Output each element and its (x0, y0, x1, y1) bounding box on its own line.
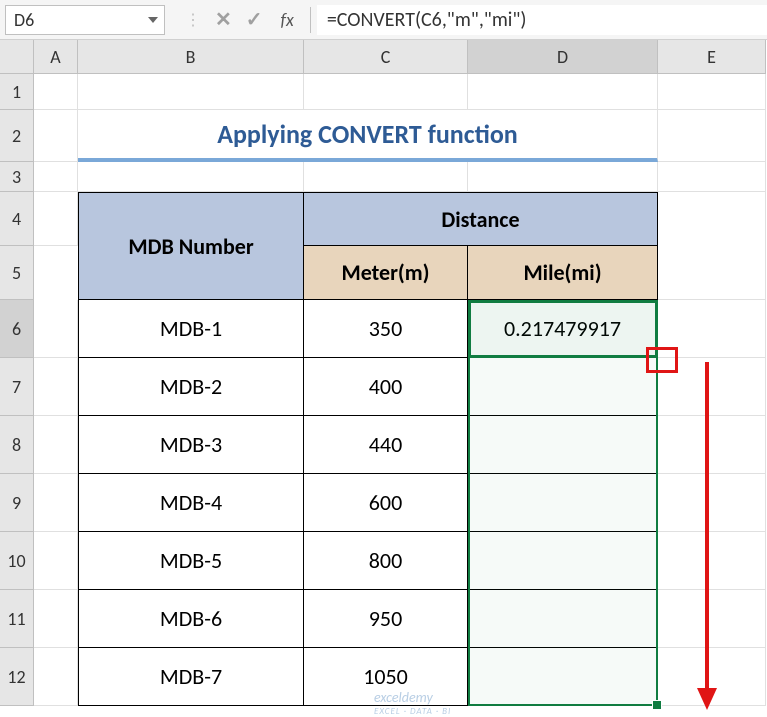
cell-mile[interactable] (468, 416, 658, 474)
cell-mdb[interactable]: MDB-2 (78, 358, 304, 416)
row-header-1[interactable]: 1 (0, 74, 34, 110)
cell[interactable] (34, 110, 78, 162)
cell-mdb[interactable]: MDB-6 (78, 590, 304, 648)
name-box-value: D6 (14, 9, 34, 31)
accept-icon[interactable]: ✓ (246, 7, 263, 32)
row-headers: 1 2 3 4 5 6 7 8 9 10 11 12 (0, 74, 34, 706)
row-header-6[interactable]: 6 (0, 300, 34, 358)
cell[interactable] (658, 74, 766, 110)
row-header-9[interactable]: 9 (0, 474, 34, 532)
separator-icon: ⋮ (185, 10, 201, 30)
cell[interactable] (34, 416, 78, 474)
cell-meter[interactable]: 950 (304, 590, 468, 648)
col-header-d[interactable]: D (468, 40, 658, 74)
cell-mile[interactable] (468, 358, 658, 416)
cell-mile[interactable]: 0.217479917 (468, 300, 658, 358)
cell-mile[interactable] (468, 648, 658, 706)
cell-mdb[interactable]: MDB-4 (78, 474, 304, 532)
row-header-4[interactable]: 4 (0, 192, 34, 246)
cancel-icon[interactable]: ✕ (215, 7, 232, 32)
cell[interactable] (34, 162, 78, 192)
cell[interactable] (658, 192, 766, 300)
name-box[interactable]: D6 (5, 5, 165, 35)
cell[interactable] (78, 162, 304, 192)
row-header-10[interactable]: 10 (0, 532, 34, 590)
cell[interactable] (34, 532, 78, 590)
select-all-corner[interactable] (0, 40, 34, 74)
cell-mdb[interactable]: MDB-5 (78, 532, 304, 590)
cell[interactable] (468, 74, 658, 110)
formula-bar: D6 ⋮ ✕ ✓ fx =CONVERT(C6,"m","mi") (0, 0, 767, 40)
page-title[interactable]: Applying CONVERT function (78, 110, 658, 162)
row-header-12[interactable]: 12 (0, 648, 34, 706)
col-header-a[interactable]: A (34, 40, 78, 74)
cell-mile[interactable] (468, 590, 658, 648)
cell[interactable] (34, 358, 78, 416)
cell[interactable] (34, 74, 78, 110)
formula-bar-buttons: ⋮ ✕ ✓ (185, 7, 263, 32)
header-distance[interactable]: Distance (304, 192, 658, 246)
cell-mdb[interactable]: MDB-7 (78, 648, 304, 706)
col-header-e[interactable]: E (658, 40, 766, 74)
cell-mile[interactable] (468, 474, 658, 532)
watermark-tag: EXCEL · DATA · BI (374, 706, 451, 717)
cell-meter[interactable]: 800 (304, 532, 468, 590)
row-header-11[interactable]: 11 (0, 590, 34, 648)
cell-mdb[interactable]: MDB-3 (78, 416, 304, 474)
divider (310, 7, 311, 33)
cell-mdb[interactable]: MDB-1 (78, 300, 304, 358)
header-mile[interactable]: Mile(mi) (468, 246, 658, 300)
cell-meter[interactable]: 350 (304, 300, 468, 358)
formula-input[interactable]: =CONVERT(C6,"m","mi") (317, 5, 767, 35)
dropdown-icon[interactable] (148, 17, 158, 23)
formula-text: =CONVERT(C6,"m","mi") (327, 8, 527, 32)
cell[interactable] (304, 74, 468, 110)
cell[interactable] (34, 474, 78, 532)
cell[interactable] (34, 300, 78, 358)
cell[interactable] (304, 162, 468, 192)
cell[interactable] (468, 162, 658, 192)
cell-grid: Applying CONVERT function MDB Number Dis… (34, 74, 766, 706)
cell-mile[interactable] (468, 532, 658, 590)
row-header-7[interactable]: 7 (0, 358, 34, 416)
cell[interactable] (34, 590, 78, 648)
row-header-2[interactable]: 2 (0, 110, 34, 162)
cell[interactable] (34, 192, 78, 246)
column-headers: A B C D E (34, 40, 766, 74)
col-header-b[interactable]: B (78, 40, 304, 74)
row-header-3[interactable]: 3 (0, 162, 34, 192)
cell[interactable] (658, 162, 766, 192)
cell-meter[interactable]: 600 (304, 474, 468, 532)
cell[interactable] (78, 74, 304, 110)
cell[interactable] (658, 110, 766, 162)
col-header-c[interactable]: C (304, 40, 468, 74)
cell[interactable] (658, 300, 766, 358)
arrow-down-icon (692, 362, 722, 712)
cell[interactable] (34, 648, 78, 706)
row-header-5[interactable]: 5 (0, 246, 34, 300)
header-mdb[interactable]: MDB Number (78, 192, 304, 300)
watermark-brand: exceldemy (374, 689, 433, 706)
fx-icon[interactable]: fx (281, 9, 294, 31)
header-meter[interactable]: Meter(m) (304, 246, 468, 300)
row-header-8[interactable]: 8 (0, 416, 34, 474)
cell-meter[interactable]: 400 (304, 358, 468, 416)
cell-meter[interactable]: 440 (304, 416, 468, 474)
